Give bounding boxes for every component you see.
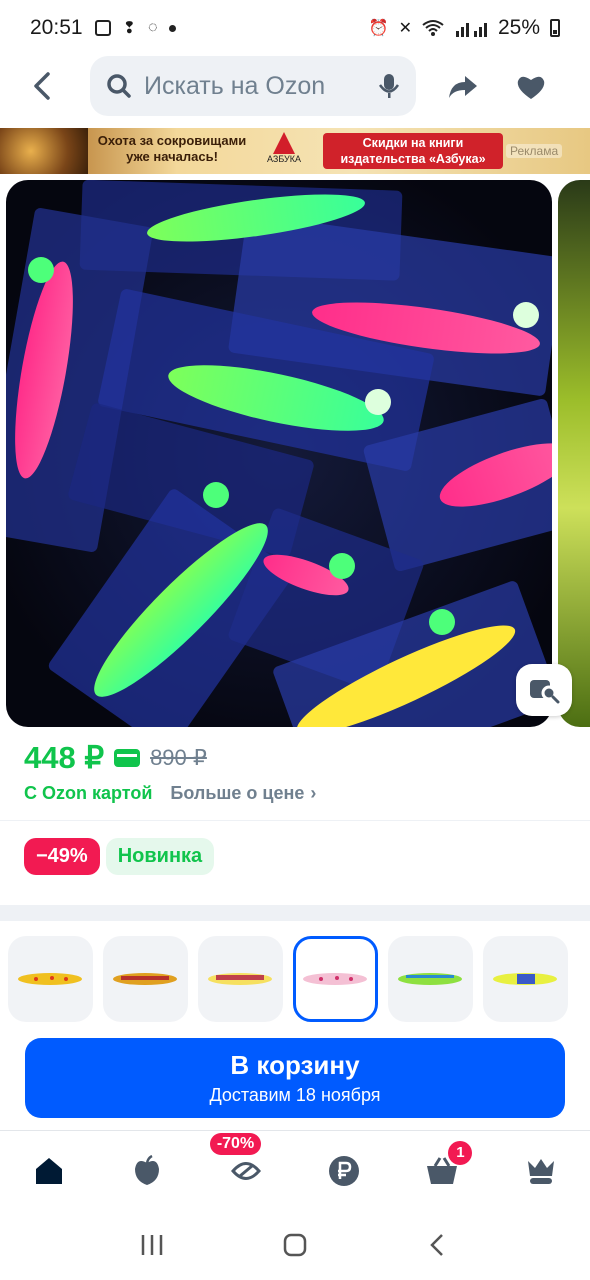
share-button[interactable] xyxy=(440,64,486,110)
mute-icon: ✕ xyxy=(398,20,412,37)
discount-badge: −49% xyxy=(24,838,100,875)
banner-text: Охота за сокровищами уже началась! xyxy=(97,133,247,164)
ruble-icon xyxy=(329,1155,360,1186)
battery-percent: 25% xyxy=(497,16,540,39)
image-search-icon xyxy=(530,680,560,704)
current-price: 448 ₽ xyxy=(24,740,105,775)
chevron-right-icon: › xyxy=(310,783,317,803)
price-row: 448 ₽ 890 ₽ xyxy=(24,740,207,776)
nav-cart[interactable]: 1 xyxy=(412,1140,473,1201)
apple-icon xyxy=(135,1154,160,1185)
home-icon xyxy=(36,1157,63,1184)
next-image-preview[interactable] xyxy=(558,180,590,727)
variant-thumb[interactable] xyxy=(198,936,283,1022)
recent-apps-icon[interactable] xyxy=(139,1232,165,1258)
section-separator xyxy=(0,905,590,921)
signal-icon xyxy=(455,23,487,37)
microphone-icon[interactable] xyxy=(378,72,400,100)
ad-label[interactable]: Реклама xyxy=(506,144,563,158)
status-bar: 20:51 ❢ ◌ ⏰ ✕ 25% xyxy=(0,0,590,56)
delivery-date: Доставим 18 ноября xyxy=(209,1085,381,1105)
nav-profile[interactable] xyxy=(511,1141,571,1201)
voicemail-icon: ◌ xyxy=(147,19,158,36)
ozon-card-icon xyxy=(114,749,141,767)
more-price-link[interactable]: Больше о цене › xyxy=(170,783,316,804)
product-main-image[interactable] xyxy=(6,180,552,727)
percent-icon xyxy=(230,1161,261,1180)
new-badge: Новинка xyxy=(105,838,215,875)
azbuka-logo: АЗБУКА xyxy=(262,132,306,170)
android-nav-bar xyxy=(0,1210,590,1280)
nav-finance[interactable] xyxy=(314,1141,374,1201)
search-icon xyxy=(107,74,131,98)
cart-label: В корзину xyxy=(230,1050,360,1080)
search-input[interactable]: Искать на Ozon xyxy=(90,56,416,116)
wifi-icon xyxy=(422,20,444,36)
ozon-card-row: С Ozon картой Больше о цене › xyxy=(24,783,316,804)
home-button-icon[interactable] xyxy=(282,1232,308,1258)
chevron-left-icon xyxy=(34,72,50,100)
nav-home[interactable] xyxy=(19,1141,79,1201)
variant-thumb[interactable] xyxy=(103,936,188,1022)
more-price-label: Больше о цене xyxy=(170,783,305,803)
visual-search-button[interactable] xyxy=(516,664,572,716)
treasure-chest-image xyxy=(0,128,88,174)
sale-badge: -70% xyxy=(209,1132,262,1155)
ad-banner[interactable]: Охота за сокровищами уже началась! АЗБУК… xyxy=(0,128,590,174)
back-button[interactable] xyxy=(12,56,72,116)
header: Искать на Ozon xyxy=(0,56,590,116)
banner-promo: Скидки на книги издательства «Азбука» xyxy=(323,133,503,169)
back-button-icon[interactable] xyxy=(425,1232,451,1258)
more-notifications-icon xyxy=(169,24,177,32)
divider xyxy=(0,820,590,821)
missed-call-icon: ❢ xyxy=(122,20,136,37)
favorite-button[interactable] xyxy=(508,64,554,110)
heart-icon xyxy=(517,76,545,99)
nav-fresh[interactable] xyxy=(117,1141,177,1201)
variant-thumb[interactable] xyxy=(483,936,568,1022)
share-icon xyxy=(449,76,477,98)
old-price: 890 ₽ xyxy=(150,745,207,770)
battery-icon xyxy=(550,19,560,37)
product-badges: −49% Новинка xyxy=(24,838,215,875)
ozon-card-label: С Ozon картой xyxy=(24,783,153,803)
nav-sale[interactable]: -70% xyxy=(209,1132,276,1201)
bottom-nav: -70% 1 xyxy=(0,1130,590,1210)
gallery-notification-icon xyxy=(94,20,111,36)
status-time: 20:51 xyxy=(30,16,83,39)
variant-thumb[interactable] xyxy=(388,936,473,1022)
crown-profile-icon xyxy=(527,1158,554,1184)
variant-thumbnails xyxy=(8,936,590,1022)
variant-thumb[interactable] xyxy=(8,936,93,1022)
add-to-cart-button[interactable]: В корзину Доставим 18 ноября xyxy=(25,1038,565,1118)
cart-count-badge: 1 xyxy=(448,1140,473,1165)
search-placeholder: Искать на Ozon xyxy=(144,71,326,100)
variant-thumb-selected[interactable] xyxy=(293,936,378,1022)
fishing-lures-photo xyxy=(6,180,552,727)
alarm-icon: ⏰ xyxy=(368,20,389,37)
